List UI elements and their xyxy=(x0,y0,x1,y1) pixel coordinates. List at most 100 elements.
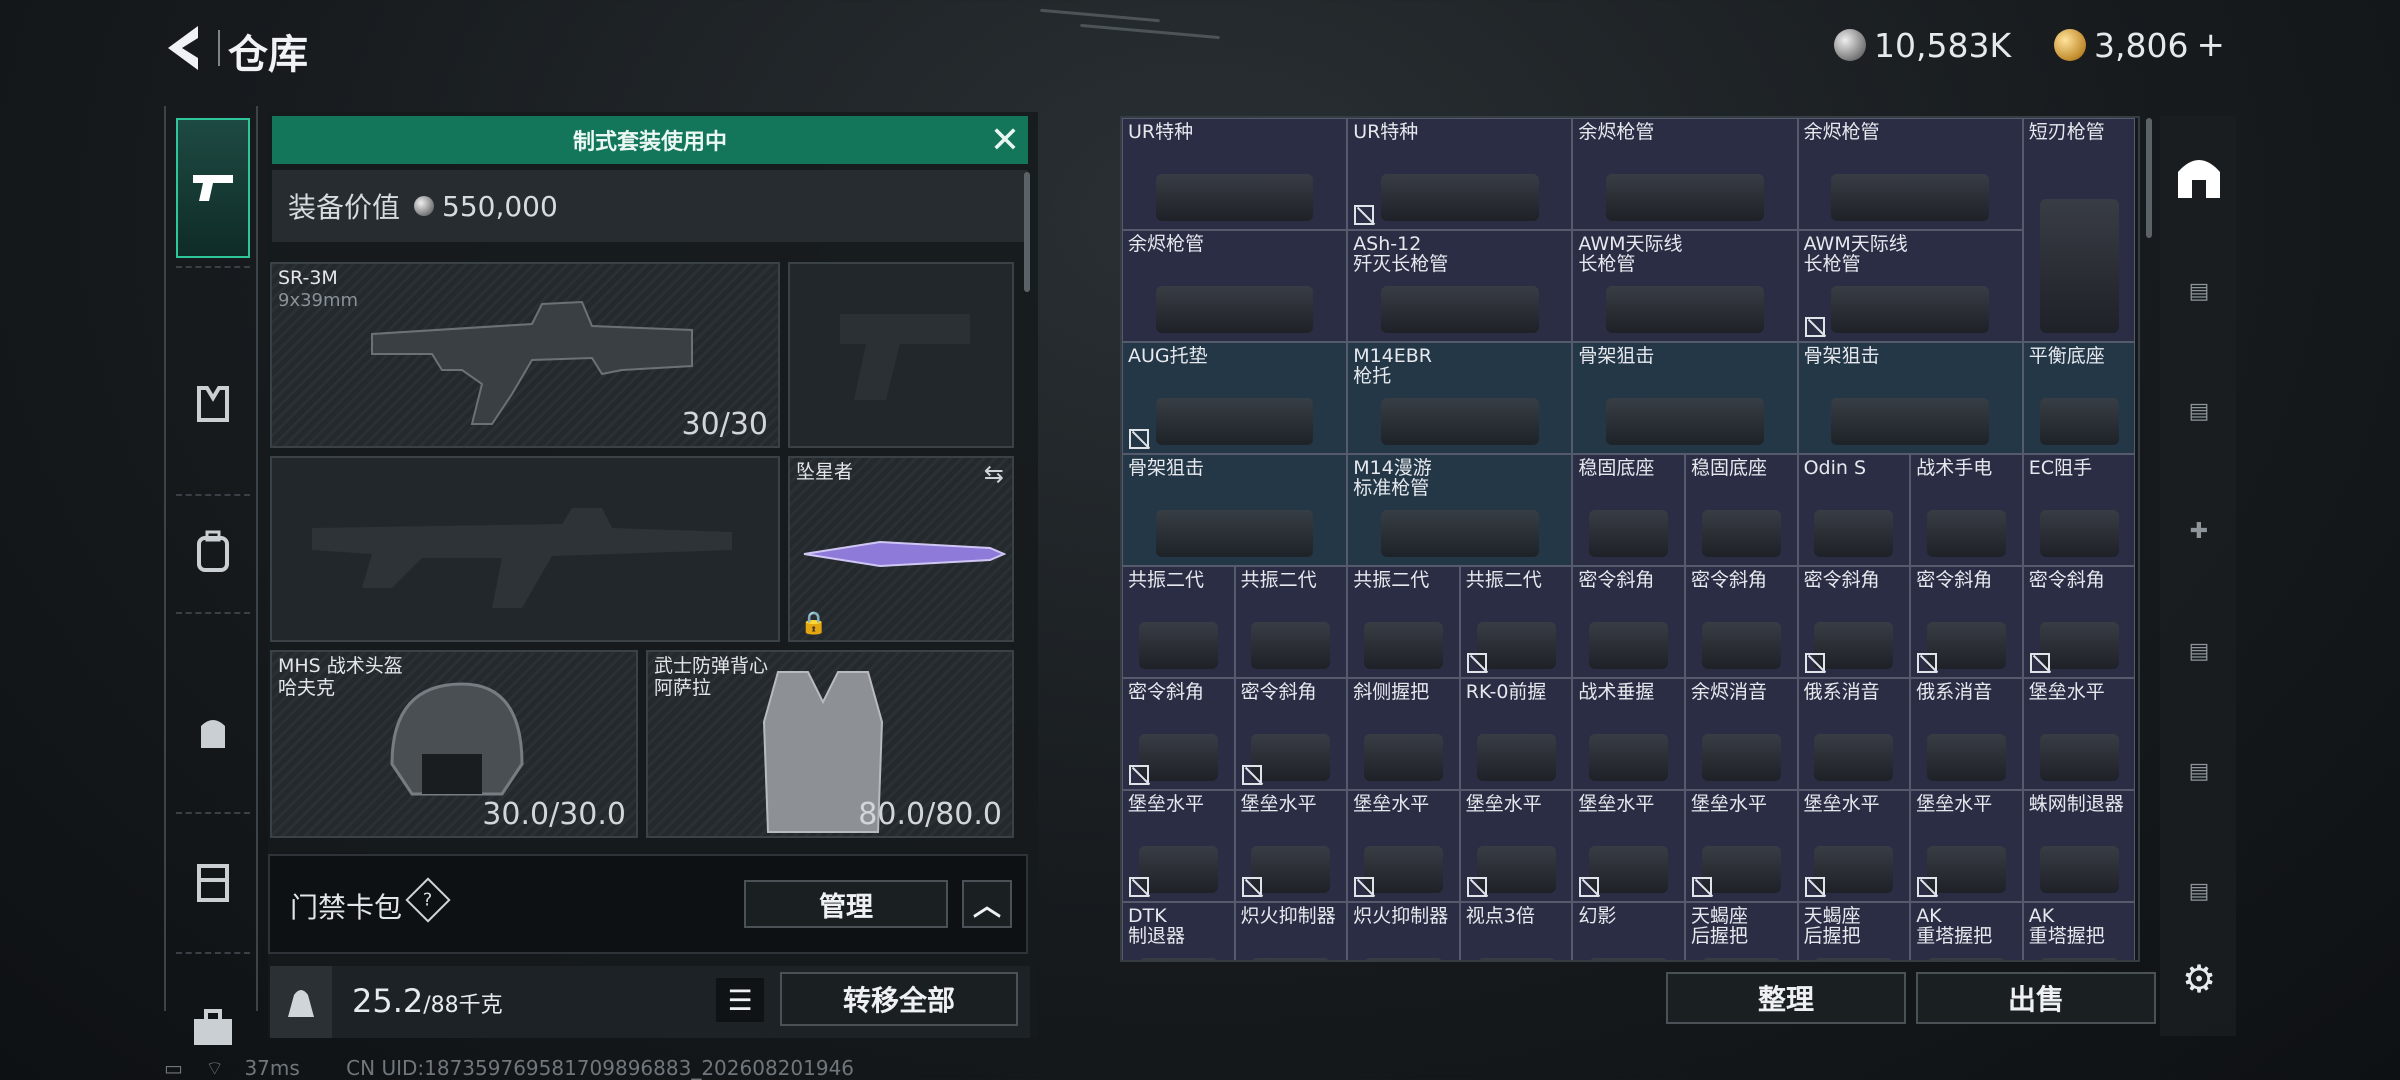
stash-item[interactable]: 蛛网制退器 xyxy=(2022,790,2136,902)
item-name: 堡垒水平 xyxy=(2028,681,2105,703)
stash-item[interactable]: 炽火抑制器 xyxy=(1234,902,1348,960)
stash-item[interactable]: 堡垒水平 xyxy=(1572,790,1685,902)
primary-weapon-slot[interactable]: SR-3M 9x39mm 30/30 xyxy=(270,262,780,448)
stash-item[interactable]: 密令斜角 xyxy=(1910,566,2023,678)
stash-item[interactable]: UR特种 xyxy=(1347,118,1573,230)
stash-item[interactable]: 共振二代 xyxy=(1347,566,1460,678)
stash-item[interactable]: 堡垒水平 xyxy=(1797,790,1911,902)
help-icon[interactable]: ? xyxy=(405,877,451,923)
tab-case[interactable] xyxy=(176,998,250,1058)
stash-item[interactable]: 密令斜角 xyxy=(1572,566,1685,678)
transfer-all-button[interactable]: 转移全部 xyxy=(780,972,1018,1026)
stash-page-tab[interactable]: ▤ xyxy=(2174,386,2224,436)
stash-item[interactable]: 堡垒水平 xyxy=(1122,790,1235,902)
stash-item[interactable]: 堡垒水平 xyxy=(2022,678,2136,790)
back-button[interactable] xyxy=(160,20,210,76)
stash-scrollbar[interactable] xyxy=(2146,118,2152,238)
stash-item[interactable]: 堡垒水平 xyxy=(1685,790,1798,902)
swap-icon[interactable]: ⇆ xyxy=(984,460,1004,488)
stash-item[interactable]: 密令斜角 xyxy=(1122,678,1235,790)
secondary-weapon-slot[interactable] xyxy=(270,456,780,642)
stash-item[interactable]: 堡垒水平 xyxy=(1910,790,2023,902)
stash-page-icon: ▤ xyxy=(2188,878,2210,904)
stash-item[interactable]: 幻影 xyxy=(1572,902,1685,960)
stash-item[interactable]: AWM天际线 长枪管 xyxy=(1572,230,1798,342)
stash-item[interactable]: AWM天际线 长枪管 xyxy=(1797,230,2023,342)
stash-item[interactable]: ASh-12 歼灭长枪管 xyxy=(1347,230,1573,342)
stash-item[interactable]: M14EBR 枪托 xyxy=(1347,342,1573,454)
item-image xyxy=(1251,845,1331,893)
stash-item[interactable]: DTK 制退器 xyxy=(1122,902,1235,960)
pistol-slot[interactable] xyxy=(788,262,1014,448)
helmet-slot[interactable]: MHS 战术头盔 哈夫克 30.0/30.0 xyxy=(270,650,638,838)
stash-item[interactable]: EC阻手 xyxy=(2022,454,2136,566)
stash-page-icon: ▤ xyxy=(2188,278,2210,304)
tab-container[interactable] xyxy=(176,852,250,912)
stash-item[interactable]: 短刃枪管 xyxy=(2022,118,2136,342)
stash-item[interactable]: 共振二代 xyxy=(1234,566,1348,678)
stash-item[interactable]: M14漫游 标准枪管 xyxy=(1347,454,1573,566)
stash-page-tab[interactable]: ▤ xyxy=(2174,746,2224,796)
stash-item[interactable]: 天蝎座 后握把 xyxy=(1685,902,1798,960)
stash-item[interactable]: 天蝎座 后握把 xyxy=(1797,902,1911,960)
stash-item[interactable]: 战术垂握 xyxy=(1572,678,1685,790)
melee-slot[interactable]: 坠星者 ⇆ 🔒 xyxy=(788,456,1014,642)
stash-item[interactable]: AUG托垫 xyxy=(1122,342,1348,454)
item-image xyxy=(1364,845,1443,893)
stash-item[interactable]: UR特种 xyxy=(1122,118,1348,230)
stash-item[interactable]: 余烬枪管 xyxy=(1797,118,2023,230)
stash-item[interactable]: 密令斜角 xyxy=(1234,678,1348,790)
stash-item[interactable]: 骨架狙击 xyxy=(1797,342,2023,454)
stash-item[interactable]: 平衡底座 xyxy=(2022,342,2136,454)
stash-item[interactable]: 俄系消音 xyxy=(1797,678,1911,790)
stash-item[interactable]: 堡垒水平 xyxy=(1347,790,1460,902)
stash-all-tab[interactable] xyxy=(2174,152,2224,202)
loadout-scrollbar[interactable] xyxy=(1024,172,1030,292)
stash-item[interactable]: 斜侧握把 xyxy=(1347,678,1460,790)
stash-item[interactable]: 炽火抑制器 xyxy=(1347,902,1460,960)
stash-item[interactable]: 堡垒水平 xyxy=(1234,790,1348,902)
add-gold-icon[interactable]: + xyxy=(2196,25,2225,65)
stash-item[interactable]: 密令斜角 xyxy=(2022,566,2136,678)
tab-chest-rig[interactable] xyxy=(176,374,250,434)
stash-page-tab[interactable]: ▤ xyxy=(2174,626,2224,676)
stash-item[interactable]: AK 重塔握把 xyxy=(2022,902,2136,960)
stash-item[interactable]: 余烬枪管 xyxy=(1122,230,1348,342)
gold-currency[interactable]: 3,806 + xyxy=(2054,22,2254,68)
weight-icon xyxy=(288,990,314,1017)
stash-item[interactable]: 俄系消音 xyxy=(1910,678,2023,790)
stash-item[interactable]: 稳固底座 xyxy=(1572,454,1685,566)
stash-item[interactable]: 战术手电 xyxy=(1910,454,2023,566)
stash-page-tab[interactable]: ▤ xyxy=(2174,266,2224,316)
close-banner-button[interactable]: ✕ xyxy=(985,118,1025,162)
expand-button[interactable]: ︿ xyxy=(962,880,1012,928)
sort-button[interactable]: 整理 xyxy=(1666,972,1906,1024)
stash-item[interactable]: Odin S xyxy=(1797,454,1911,566)
stash-item[interactable]: RK-0前握 xyxy=(1459,678,1573,790)
stash-item[interactable]: 骨架狙击 xyxy=(1122,454,1348,566)
item-name: 堡垒水平 xyxy=(1803,793,1880,815)
stash-page-tab[interactable]: ✚ xyxy=(2174,506,2224,556)
list-view-button[interactable]: ☰ xyxy=(716,978,764,1022)
armor-slot[interactable]: 武士防弹背心 阿萨拉 80.0/80.0 xyxy=(646,650,1014,838)
item-image xyxy=(1476,733,1556,781)
stash-item[interactable]: 余烬消音 xyxy=(1685,678,1798,790)
stash-item[interactable]: 密令斜角 xyxy=(1797,566,1911,678)
settings-button[interactable]: ⚙ xyxy=(2174,954,2224,1004)
stash-item[interactable]: 共振二代 xyxy=(1122,566,1235,678)
stash-item[interactable]: 共振二代 xyxy=(1459,566,1573,678)
stash-item[interactable]: 堡垒水平 xyxy=(1459,790,1573,902)
tab-bag[interactable] xyxy=(176,702,250,762)
tab-weapons[interactable] xyxy=(176,118,250,258)
stash-item[interactable]: AK 重塔握把 xyxy=(1910,902,2023,960)
tab-backpack[interactable] xyxy=(176,522,250,582)
stash-item[interactable]: 余烬枪管 xyxy=(1572,118,1798,230)
stash-item[interactable]: 视点3倍 xyxy=(1459,902,1573,960)
stash-page-tab[interactable]: ▤ xyxy=(2174,866,2224,916)
stash-item[interactable]: 骨架狙击 xyxy=(1572,342,1798,454)
manage-button[interactable]: 管理 xyxy=(744,880,948,928)
sell-button[interactable]: 出售 xyxy=(1916,972,2156,1024)
stash-item[interactable]: 密令斜角 xyxy=(1685,566,1798,678)
stash-item[interactable]: 稳固底座 xyxy=(1685,454,1798,566)
item-image xyxy=(1380,509,1539,557)
